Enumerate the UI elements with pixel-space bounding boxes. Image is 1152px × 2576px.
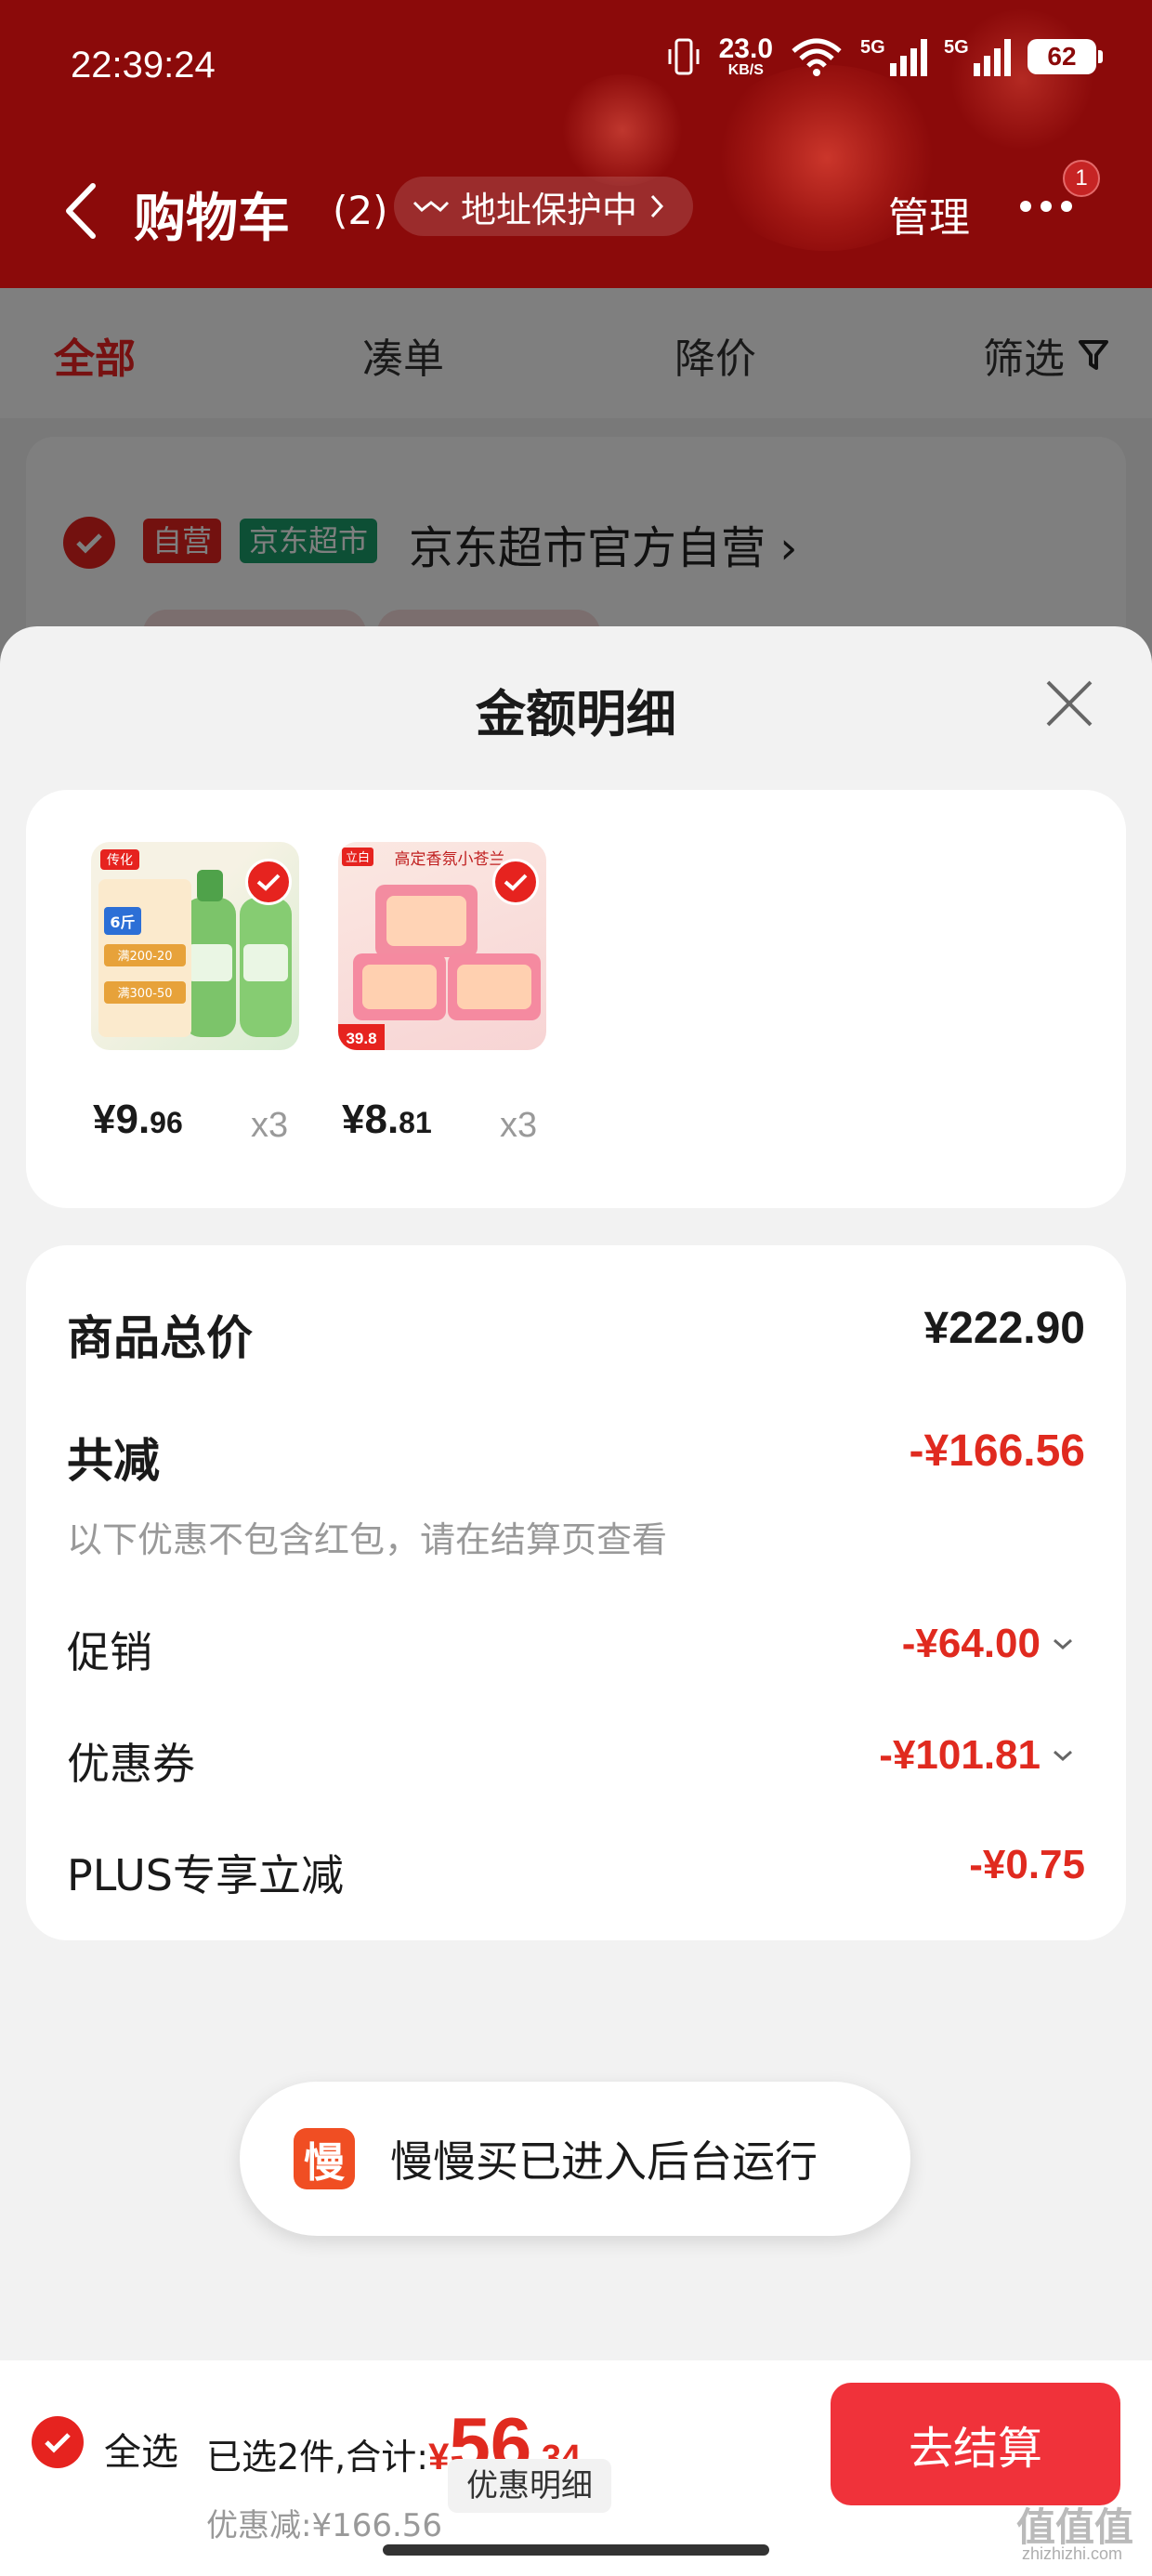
svg-text:满300-50: 满300-50 (117, 987, 172, 1001)
svg-text:6斤: 6斤 (110, 913, 135, 931)
product-checkbox[interactable] (245, 859, 292, 905)
check-icon (256, 874, 281, 891)
coupon-label: 优惠券 (67, 1739, 195, 1789)
products-card: 传化 6斤 满200-20 满300-50 立白 高定香氛小苍兰 39.8 ¥9… (26, 790, 1126, 1208)
svg-text:满200-20: 满200-20 (117, 950, 172, 964)
product-qty: x3 (251, 1106, 289, 1145)
select-all-checkbox[interactable] (32, 2416, 84, 2468)
net-speed: 23.0 KB/S (718, 33, 773, 78)
notification-badge: 1 (1063, 160, 1100, 197)
coupon-row[interactable]: -¥101.81 (879, 1732, 1074, 1779)
currency-symbol: ¥ (428, 2437, 450, 2477)
select-all-label[interactable]: 全选 (104, 2422, 178, 2476)
product-checkbox[interactable] (492, 859, 539, 905)
cart-count: (2) (333, 188, 388, 233)
coupon-value: -¥101.81 (879, 1732, 1041, 1778)
chevron-down-icon (1054, 1750, 1072, 1762)
total-price-label: 商品总价 (67, 1311, 253, 1365)
price-summary-card: 商品总价 ¥222.90 共减 -¥166.56 以下优惠不包含红包，请在结算页… (26, 1245, 1126, 1940)
manmanmai-app-icon: 慢 (294, 2128, 355, 2189)
address-protect-label: 地址保护中 (461, 189, 638, 230)
home-indicator[interactable] (383, 2544, 769, 2556)
plus-discount-value: -¥0.75 (969, 1842, 1085, 1887)
check-icon (45, 2433, 71, 2453)
total-reduction-label: 共减 (67, 1434, 160, 1488)
status-icons: 23.0 KB/S 5G 5G 62 (665, 33, 1103, 78)
check-icon (504, 874, 528, 891)
discount-detail-button[interactable]: 优惠明细 (448, 2459, 611, 2513)
product-qty: x3 (500, 1106, 538, 1145)
svg-text:传化: 传化 (107, 853, 133, 868)
amount-detail-sheet: 金额明细 传化 6斤 满200-20 满300-50 立白 高定香氛小苍兰 39… (0, 626, 1152, 2576)
checkout-button[interactable]: 去结算 (831, 2383, 1120, 2505)
discount-text: 优惠减:¥166.56 (206, 2507, 443, 2544)
promotion-label: 促销 (67, 1627, 152, 1677)
signal-icon: 5G (944, 37, 1011, 76)
status-time: 22:39:24 (71, 45, 216, 85)
vibrate-icon (668, 38, 700, 75)
back-arrow-icon[interactable] (59, 178, 106, 243)
manage-button[interactable]: 管理 (888, 184, 970, 243)
chevron-down-icon (1054, 1638, 1072, 1650)
wifi-icon (792, 38, 842, 76)
product-price: ¥8.81 (342, 1097, 432, 1142)
product-image[interactable]: 传化 6斤 满200-20 满300-50 (91, 842, 299, 1050)
promotion-row[interactable]: -¥64.00 (902, 1621, 1074, 1667)
watermark-url: zhizhizhi.com (1022, 2544, 1123, 2563)
address-protect-pill[interactable]: 地址保护中 (394, 177, 694, 236)
fireworks-decoration (948, 9, 1096, 149)
battery-icon: 62 (1028, 39, 1103, 74)
plus-discount-label: PLUS专享立减 (67, 1850, 344, 1900)
selected-count-text: 已选2件,合计: (206, 2437, 429, 2477)
product-price: ¥9.96 (93, 1097, 183, 1142)
svg-text:39.8: 39.8 (346, 1030, 376, 1047)
close-icon[interactable] (1041, 675, 1098, 732)
product-image[interactable]: 立白 高定香氛小苍兰 39.8 (338, 842, 546, 1050)
background-toast: 慢 慢慢买已进入后台运行 (240, 2082, 910, 2236)
total-price-value: ¥222.90 (923, 1304, 1085, 1353)
total-reduction-value: -¥166.56 (909, 1426, 1086, 1476)
app-header: 22:39:24 23.0 KB/S 5G 5G 62 购物车 (2) 地址保护… (0, 0, 1152, 288)
chevron-right-icon (650, 194, 664, 218)
svg-text:立白: 立白 (346, 850, 370, 865)
more-menu-icon[interactable] (1020, 201, 1072, 212)
svg-text:高定香氛小苍兰: 高定香氛小苍兰 (395, 850, 505, 869)
promotion-value: -¥64.00 (901, 1621, 1041, 1666)
reduction-note: 以下优惠不包含红包，请在结算页查看 (67, 1519, 668, 1560)
page-title: 购物车 (134, 189, 290, 249)
toast-message: 慢慢买已进入后台运行 (390, 2136, 818, 2187)
signal-icon: 5G (860, 37, 927, 76)
sheet-title: 金额明细 (476, 685, 676, 743)
shield-wave-icon (412, 201, 450, 213)
